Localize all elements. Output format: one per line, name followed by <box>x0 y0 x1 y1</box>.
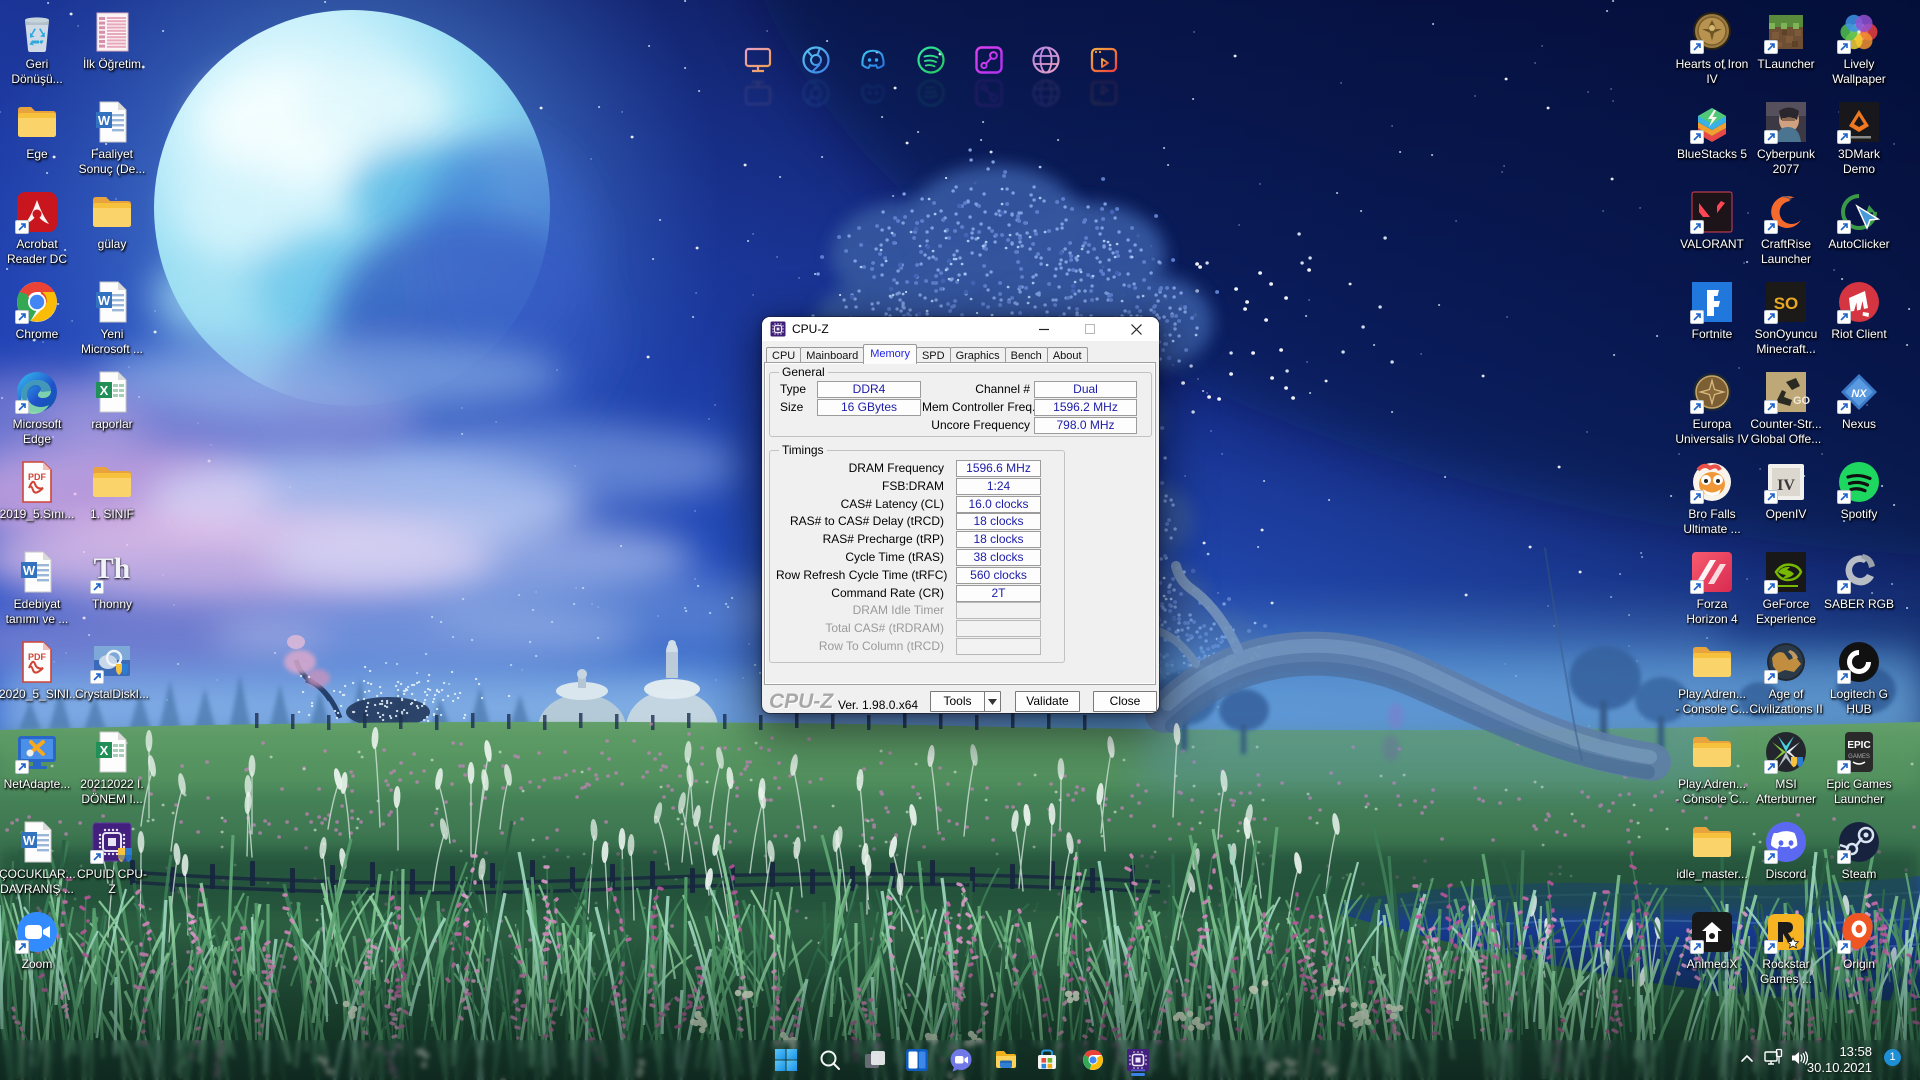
svg-text:NX: NX <box>1851 388 1867 400</box>
svg-text:X: X <box>100 383 109 398</box>
svg-text:PDF: PDF <box>28 472 47 482</box>
svg-text:IV: IV <box>1777 477 1795 494</box>
svg-text:PDF: PDF <box>28 652 47 662</box>
svg-text:GAMES: GAMES <box>1848 754 1870 760</box>
svg-text:W: W <box>23 563 36 578</box>
svg-text:EPIC: EPIC <box>1847 740 1870 751</box>
svg-text:GO: GO <box>1793 395 1810 407</box>
svg-text:W: W <box>98 113 111 128</box>
svg-text:X: X <box>100 743 109 758</box>
svg-text:W: W <box>98 293 111 308</box>
svg-text:W: W <box>23 833 36 848</box>
